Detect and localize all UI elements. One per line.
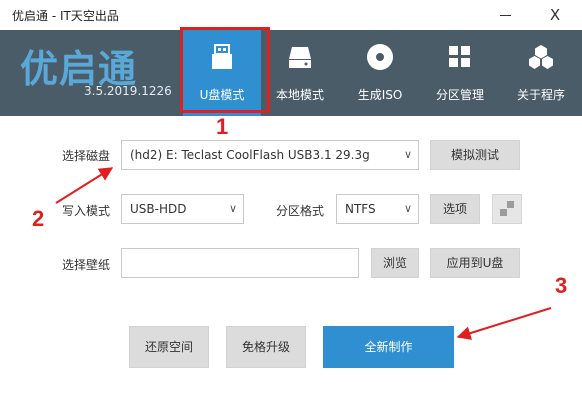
chevron-down-icon: ∨: [403, 148, 412, 161]
annotation-number-1: 1: [216, 114, 229, 139]
arrow-to-create-button: [456, 307, 552, 340]
write-mode-label: 写入模式: [62, 204, 111, 218]
disk-select-value: (hd2) E: Teclast CoolFlash USB3.1 29.3g: [130, 148, 370, 162]
settings-square-icon: [500, 209, 507, 216]
chevron-down-icon: ∨: [228, 202, 237, 215]
new-create-button[interactable]: 全新制作: [323, 326, 454, 368]
window-title: 优启通 - IT天空出品: [12, 9, 119, 23]
hard-disk-icon: [289, 47, 311, 68]
no-format-upgrade-button[interactable]: 免格升级: [226, 326, 306, 368]
tab-local-mode[interactable]: 本地模式: [261, 30, 339, 116]
tab-label: 分区管理: [435, 88, 484, 102]
close-icon[interactable]: X: [544, 5, 566, 25]
write-mode-select[interactable]: USB-HDD ∨: [121, 194, 244, 224]
annotation-highlight-box: [180, 27, 270, 113]
restore-space-button[interactable]: 还原空间: [129, 326, 209, 368]
simulate-test-button[interactable]: 模拟测试: [430, 140, 520, 170]
browse-button[interactable]: 浏览: [371, 248, 419, 278]
chevron-down-icon: ∨: [403, 202, 412, 215]
header: 优启通 3.5.2019.1226 U盘模式 本地模式 生成ISO 分区管理 关…: [0, 30, 582, 116]
partition-format-label: 分区格式: [276, 204, 325, 218]
partition-grid-icon: [449, 46, 470, 67]
version-label: 3.5.2019.1226: [84, 84, 172, 98]
options-button[interactable]: 选项: [430, 194, 480, 224]
write-mode-value: USB-HDD: [130, 202, 187, 216]
disc-icon: [367, 44, 393, 70]
wallpaper-input[interactable]: [121, 248, 359, 278]
tab-label: 关于程序: [516, 88, 565, 102]
minimize-icon[interactable]: [495, 5, 517, 25]
apply-to-usb-button[interactable]: 应用到U盘: [430, 248, 520, 278]
tab-label: 本地模式: [275, 88, 324, 102]
annotation-number-3: 3: [555, 273, 568, 298]
cubes-icon: [529, 45, 553, 69]
disk-label: 选择磁盘: [62, 149, 111, 163]
tab-label: 生成ISO: [357, 88, 403, 102]
title-bar: 优启通 - IT天空出品 X: [0, 0, 582, 30]
extra-settings-button[interactable]: [492, 194, 522, 224]
partition-format-select[interactable]: NTFS ∨: [336, 194, 419, 224]
tab-partition-manager[interactable]: 分区管理: [421, 30, 499, 116]
wallpaper-label: 选择壁纸: [62, 258, 111, 272]
partition-format-value: NTFS: [345, 202, 376, 216]
settings-square-icon: [507, 201, 514, 208]
arrow-to-disk-select: [55, 167, 114, 204]
tab-make-iso[interactable]: 生成ISO: [341, 30, 419, 116]
tab-about[interactable]: 关于程序: [502, 30, 580, 116]
annotation-number-2: 2: [32, 206, 45, 231]
disk-select[interactable]: (hd2) E: Teclast CoolFlash USB3.1 29.3g …: [121, 140, 419, 170]
